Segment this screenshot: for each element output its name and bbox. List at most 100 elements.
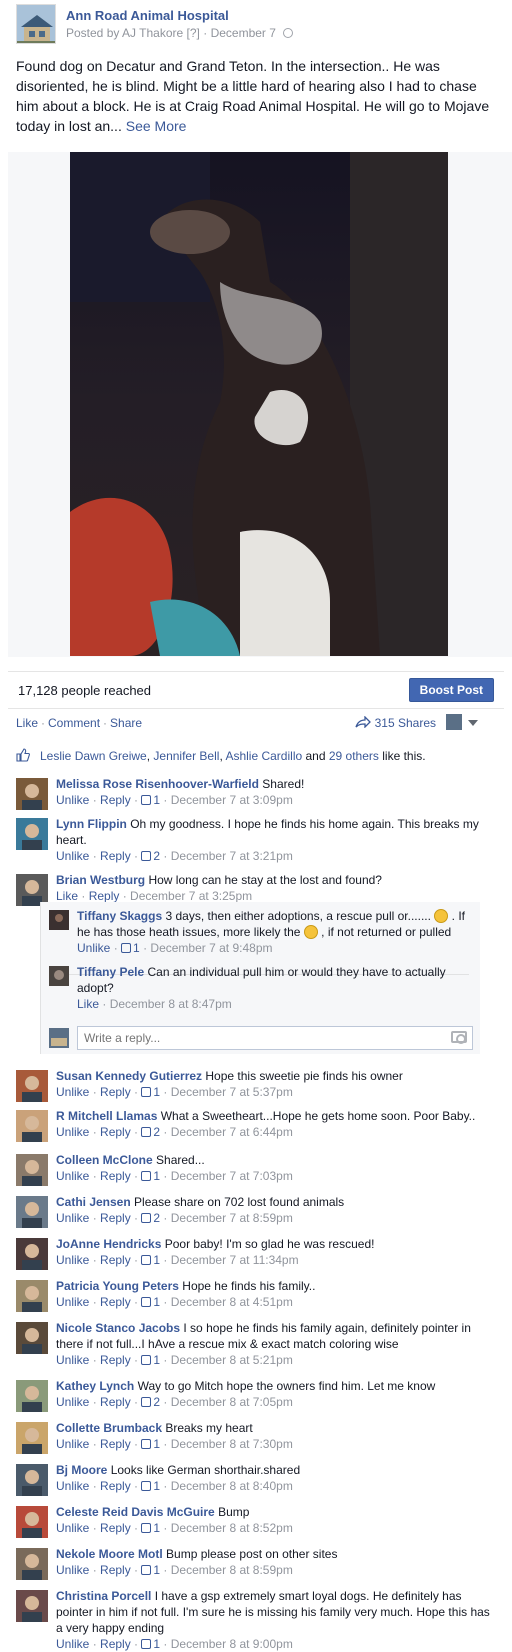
- unlike-link[interactable]: Unlike: [77, 941, 110, 955]
- comment-author[interactable]: JoAnne Hendricks: [56, 1237, 161, 1251]
- reply-link[interactable]: Reply: [100, 1437, 131, 1451]
- commenter-avatar[interactable]: [16, 778, 48, 810]
- reply-input[interactable]: [77, 1026, 473, 1050]
- like-count[interactable]: 1: [141, 1637, 160, 1651]
- comment-author[interactable]: Cathi Jensen: [56, 1195, 131, 1209]
- unlike-link[interactable]: Unlike: [56, 1395, 89, 1409]
- comment-author[interactable]: Patricia Young Peters: [56, 1279, 179, 1293]
- like-count[interactable]: 1: [141, 1253, 160, 1267]
- unlike-link[interactable]: Unlike: [56, 1253, 89, 1267]
- like-count[interactable]: 1: [141, 793, 160, 807]
- like-link[interactable]: Like: [77, 997, 99, 1011]
- commenter-avatar[interactable]: [16, 1506, 48, 1538]
- like-count[interactable]: 1: [141, 1563, 160, 1577]
- commenter-avatar[interactable]: [16, 1238, 48, 1270]
- commenter-avatar[interactable]: [16, 1110, 48, 1142]
- liker-name[interactable]: Leslie Dawn Greiwe: [40, 749, 147, 763]
- like-count[interactable]: 2: [141, 849, 160, 863]
- post-photo[interactable]: [70, 152, 448, 656]
- like-count[interactable]: 2: [141, 1211, 160, 1225]
- posted-by[interactable]: Posted by AJ Thakore: [66, 26, 183, 40]
- like-count[interactable]: 1: [141, 1479, 160, 1493]
- reply-link[interactable]: Reply: [100, 1353, 131, 1367]
- reply-author[interactable]: Tiffany Pele: [77, 965, 144, 979]
- commenter-avatar[interactable]: [16, 1548, 48, 1580]
- comment-time[interactable]: December 8 at 8:40pm: [171, 1479, 293, 1493]
- shares-count[interactable]: 315 Shares: [355, 715, 436, 730]
- comment-time[interactable]: December 7 at 3:25pm: [130, 889, 252, 903]
- commenter-avatar[interactable]: [16, 1280, 48, 1312]
- reply-avatar[interactable]: [49, 966, 69, 986]
- posted-by-marker[interactable]: [?]: [187, 26, 200, 40]
- comment-time[interactable]: December 7 at 3:21pm: [171, 849, 293, 863]
- like-count[interactable]: 2: [141, 1395, 160, 1409]
- like-link[interactable]: Like: [56, 889, 78, 903]
- commenter-avatar[interactable]: [16, 1464, 48, 1496]
- like-count[interactable]: 1: [141, 1169, 160, 1183]
- reply-link[interactable]: Reply: [100, 1125, 131, 1139]
- comment-time[interactable]: December 8 at 7:30pm: [171, 1437, 293, 1451]
- comment-time[interactable]: December 8 at 8:52pm: [171, 1521, 293, 1535]
- unlike-link[interactable]: Unlike: [56, 1563, 89, 1577]
- comment-time[interactable]: December 7 at 5:37pm: [171, 1085, 293, 1099]
- like-count[interactable]: 1: [141, 1521, 160, 1535]
- viewer-selector[interactable]: [446, 714, 482, 732]
- comment-author[interactable]: Colleen McClone: [56, 1153, 153, 1167]
- reply-link[interactable]: Reply: [89, 889, 120, 903]
- unlike-link[interactable]: Unlike: [56, 1211, 89, 1225]
- comment-time[interactable]: December 8 at 5:21pm: [171, 1353, 293, 1367]
- commenter-avatar[interactable]: [16, 1590, 48, 1622]
- comment-author[interactable]: Kathey Lynch: [56, 1379, 134, 1393]
- unlike-link[interactable]: Unlike: [56, 1637, 89, 1651]
- reply-link[interactable]: Reply: [100, 1563, 131, 1577]
- reply-link[interactable]: Reply: [100, 1253, 131, 1267]
- comment-time[interactable]: December 7 at 3:09pm: [171, 793, 293, 807]
- comment-time[interactable]: December 8 at 4:51pm: [171, 1295, 293, 1309]
- unlike-link[interactable]: Unlike: [56, 1295, 89, 1309]
- like-count[interactable]: 2: [141, 1125, 160, 1139]
- commenter-avatar[interactable]: [16, 1154, 48, 1186]
- comment-time[interactable]: December 8 at 9:00pm: [171, 1637, 293, 1651]
- camera-icon[interactable]: [451, 1031, 467, 1044]
- see-more-link[interactable]: See More: [126, 118, 187, 134]
- globe-icon[interactable]: [283, 28, 294, 38]
- like-count[interactable]: 1: [141, 1085, 160, 1099]
- post-date[interactable]: December 7: [211, 26, 276, 40]
- unlike-link[interactable]: Unlike: [56, 1521, 89, 1535]
- like-count[interactable]: 1: [141, 1437, 160, 1451]
- comment-action[interactable]: Comment: [48, 716, 100, 730]
- page-avatar[interactable]: [16, 4, 56, 44]
- reply-link[interactable]: Reply: [100, 1085, 131, 1099]
- unlike-link[interactable]: Unlike: [56, 1479, 89, 1493]
- liker-name[interactable]: Jennifer Bell: [153, 749, 219, 763]
- unlike-link[interactable]: Unlike: [56, 793, 89, 807]
- like-count[interactable]: 1: [141, 1295, 160, 1309]
- unlike-link[interactable]: Unlike: [56, 1169, 89, 1183]
- page-name[interactable]: Ann Road Animal Hospital: [66, 8, 229, 23]
- reply-link[interactable]: Reply: [100, 1169, 131, 1183]
- unlike-link[interactable]: Unlike: [56, 1353, 89, 1367]
- reply-link[interactable]: Reply: [100, 793, 131, 807]
- comment-time[interactable]: December 7 at 7:03pm: [171, 1169, 293, 1183]
- comment-time[interactable]: December 8 at 7:05pm: [171, 1395, 293, 1409]
- comment-author[interactable]: Brian Westburg: [56, 873, 145, 887]
- comment-author[interactable]: Bj Moore: [56, 1463, 107, 1477]
- commenter-avatar[interactable]: [16, 1380, 48, 1412]
- comment-author[interactable]: Nicole Stanco Jacobs: [56, 1321, 180, 1335]
- reply-link[interactable]: Reply: [100, 1479, 131, 1493]
- liker-name[interactable]: Ashlie Cardillo: [225, 749, 302, 763]
- reply-author[interactable]: Tiffany Skaggs: [77, 909, 162, 923]
- reply-link[interactable]: Reply: [100, 1211, 131, 1225]
- share-action[interactable]: Share: [110, 716, 142, 730]
- commenter-avatar[interactable]: [16, 1196, 48, 1228]
- like-count[interactable]: 1: [141, 1353, 160, 1367]
- like-count[interactable]: 1: [121, 941, 140, 955]
- reply-link[interactable]: Reply: [100, 849, 131, 863]
- reply-avatar[interactable]: [49, 910, 69, 930]
- comment-author[interactable]: Lynn Flippin: [56, 817, 127, 831]
- comment-time[interactable]: December 7 at 11:34pm: [171, 1253, 299, 1267]
- commenter-avatar[interactable]: [16, 1070, 48, 1102]
- reply-link[interactable]: Reply: [100, 1295, 131, 1309]
- unlike-link[interactable]: Unlike: [56, 849, 89, 863]
- comment-time[interactable]: December 8 at 8:59pm: [171, 1563, 293, 1577]
